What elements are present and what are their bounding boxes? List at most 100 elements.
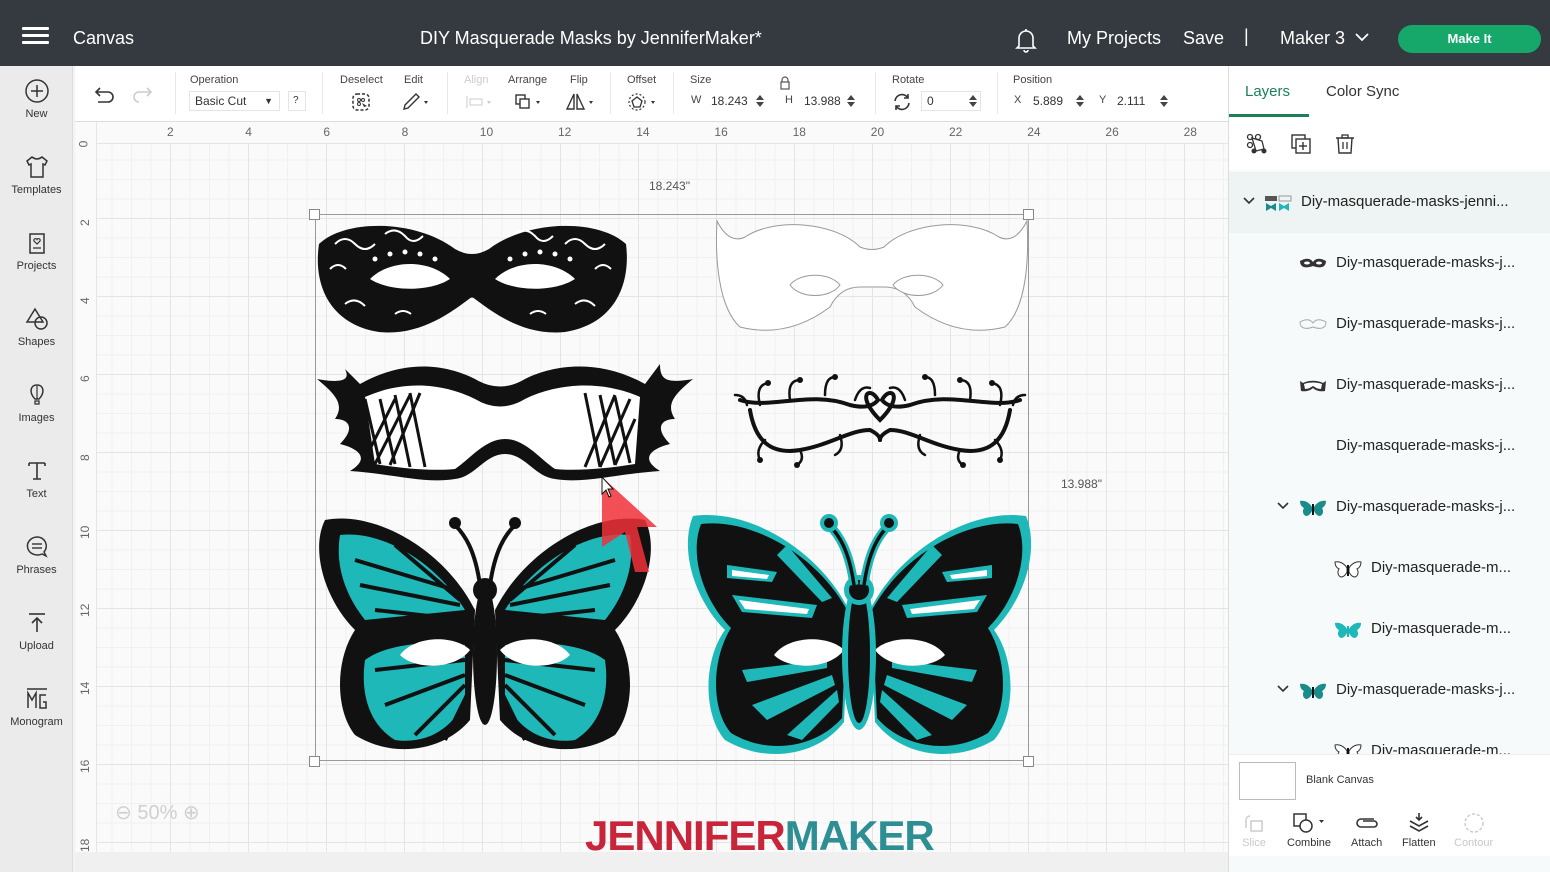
layer-row[interactable]: Diy-masquerade-m... [1229, 599, 1550, 660]
x-position-input[interactable]: 5.889 [1027, 91, 1082, 111]
layer-row[interactable]: Diy-masquerade-masks-j... [1229, 294, 1550, 355]
chevron-down-icon[interactable] [1243, 197, 1255, 205]
width-stepper[interactable] [756, 94, 764, 108]
zoom-control: ⊖ 50% ⊕ [115, 800, 200, 825]
winged-mask-design[interactable] [315, 359, 695, 489]
ruler-left-tick: 8 [78, 453, 92, 461]
ruler-top-tick: 8 [401, 125, 409, 139]
divider [322, 72, 323, 114]
chevron-down-icon[interactable] [1355, 32, 1369, 42]
sidebar-item-images[interactable]: Images [0, 382, 73, 424]
sidebar-item-monogram[interactable]: Monogram [0, 686, 73, 728]
tab-layers[interactable]: Layers [1245, 83, 1290, 100]
sidebar-item-upload[interactable]: Upload [0, 610, 73, 652]
hamburger-menu-icon[interactable] [22, 27, 49, 47]
sidebar-item-new[interactable]: New [0, 78, 73, 120]
layer-row[interactable]: Diy-masquerade-masks-jenni... [1229, 172, 1550, 233]
layer-thumbnail-icon [1334, 621, 1362, 639]
attach-button[interactable]: Attach [1351, 812, 1382, 849]
ruler-top-tick: 4 [245, 125, 252, 139]
chevron-down-icon[interactable] [1277, 502, 1289, 510]
contour-button[interactable]: Contour [1454, 812, 1493, 849]
layer-thumbnail-icon [1299, 682, 1327, 700]
combine-button[interactable]: Combine [1287, 812, 1331, 849]
flatten-icon [1409, 813, 1429, 832]
ruler-top-tick: 28 [1183, 125, 1197, 139]
rotate-label: Rotate [892, 74, 925, 86]
watermark-part-2: MAKER [784, 812, 935, 852]
sidebar-item-projects[interactable]: Projects [0, 230, 73, 272]
my-projects-link[interactable]: My Projects [1067, 28, 1161, 49]
butterfly-layered-mask-design[interactable] [687, 510, 1032, 762]
watermark-part-1: JENNIFER [585, 812, 786, 852]
lock-icon[interactable] [779, 76, 791, 90]
rotate-stepper[interactable] [969, 94, 977, 108]
bell-icon[interactable] [1014, 27, 1038, 53]
align-icon [466, 96, 491, 108]
layer-name: Diy-masquerade-masks-jenni... [1301, 193, 1509, 210]
layer-name: Diy-masquerade-masks-j... [1336, 437, 1516, 454]
blank-canvas-row[interactable]: Blank Canvas [1229, 754, 1550, 806]
rotate-icon[interactable] [892, 92, 912, 112]
layer-row[interactable]: Diy-masquerade-masks-j... [1229, 660, 1550, 721]
divider [875, 72, 876, 114]
duplicate-icon[interactable] [1290, 133, 1312, 155]
tab-color-sync[interactable]: Color Sync [1326, 83, 1399, 100]
align-label: Align [464, 74, 489, 86]
lace-mask-design[interactable] [315, 214, 630, 339]
layer-thumbnail-icon [1299, 377, 1327, 395]
height-stepper[interactable] [847, 94, 855, 108]
layer-name: Diy-masquerade-masks-j... [1336, 254, 1516, 271]
canvas-footer [75, 852, 1228, 872]
flatten-label: Flatten [1402, 837, 1436, 849]
layer-row[interactable]: Diy-masquerade-masks-j... [1229, 355, 1550, 416]
outline-mask-design[interactable] [715, 217, 1030, 337]
layer-row[interactable]: Diy-masquerade-m... [1229, 538, 1550, 599]
save-button[interactable]: Save [1183, 28, 1224, 49]
combine-label: Combine [1287, 837, 1332, 849]
flatten-button[interactable]: Flatten [1402, 812, 1436, 849]
layer-name: Diy-masquerade-masks-j... [1336, 376, 1516, 393]
layer-name: Diy-masquerade-masks-j... [1336, 498, 1516, 515]
make-it-button[interactable]: Make It [1398, 25, 1541, 53]
width-dimension-label: 18.243" [649, 179, 690, 193]
machine-selector[interactable]: Maker 3 [1280, 28, 1345, 49]
chevron-down-icon[interactable] [1277, 685, 1289, 693]
width-label: W [691, 94, 702, 106]
layer-thumbnail-icon [1299, 316, 1327, 334]
y-position-stepper[interactable] [1160, 94, 1168, 108]
operation-label: Operation [190, 74, 239, 86]
layer-row[interactable]: Diy-masquerade-masks-j... [1229, 477, 1550, 538]
flip-icon[interactable] [565, 92, 597, 112]
sidebar-item-label: Templates [11, 184, 62, 196]
layer-row[interactable]: Diy-masquerade-masks-j... [1229, 416, 1550, 477]
design-canvas[interactable]: 18.243" 13.988" ⊖ 50% ⊕ JENNIFERMAKER 0 … [75, 122, 1228, 852]
sidebar-item-text[interactable]: Text [0, 458, 73, 500]
ruler-top-tick: 6 [323, 125, 331, 139]
x-position-stepper[interactable] [1076, 94, 1084, 108]
layer-name: Diy-masquerade-masks-j... [1336, 681, 1516, 698]
undo-icon[interactable] [92, 86, 114, 104]
layer-thumbnail-icon [1264, 194, 1292, 212]
zoom-in-icon[interactable]: ⊕ [183, 802, 200, 824]
redo-icon[interactable] [133, 86, 155, 104]
layer-row[interactable]: Diy-masquerade-masks-j... [1229, 233, 1550, 294]
help-button[interactable]: ? [288, 91, 306, 111]
sidebar-item-templates[interactable]: Templates [0, 154, 73, 196]
zoom-out-icon[interactable]: ⊖ [115, 802, 132, 824]
pencil-icon[interactable] [401, 92, 431, 112]
slice-button[interactable]: Slice [1242, 812, 1266, 849]
ruler-left-tick: 18 [78, 838, 92, 852]
offset-icon[interactable] [627, 92, 659, 112]
sidebar-item-shapes[interactable]: Shapes [0, 306, 73, 348]
delete-icon[interactable] [1334, 133, 1356, 155]
y-position-input[interactable]: 2.111 [1111, 91, 1166, 111]
arrange-icon[interactable] [513, 92, 545, 112]
sidebar-item-label: New [25, 108, 48, 120]
sidebar-item-phrases[interactable]: Phrases [0, 534, 73, 576]
blank-canvas-swatch[interactable] [1239, 762, 1296, 800]
operation-select[interactable]: Basic Cut ▼ [189, 91, 280, 111]
vine-mask-design[interactable] [730, 370, 1030, 470]
deselect-icon[interactable] [351, 92, 371, 112]
group-icon[interactable] [1246, 133, 1268, 155]
